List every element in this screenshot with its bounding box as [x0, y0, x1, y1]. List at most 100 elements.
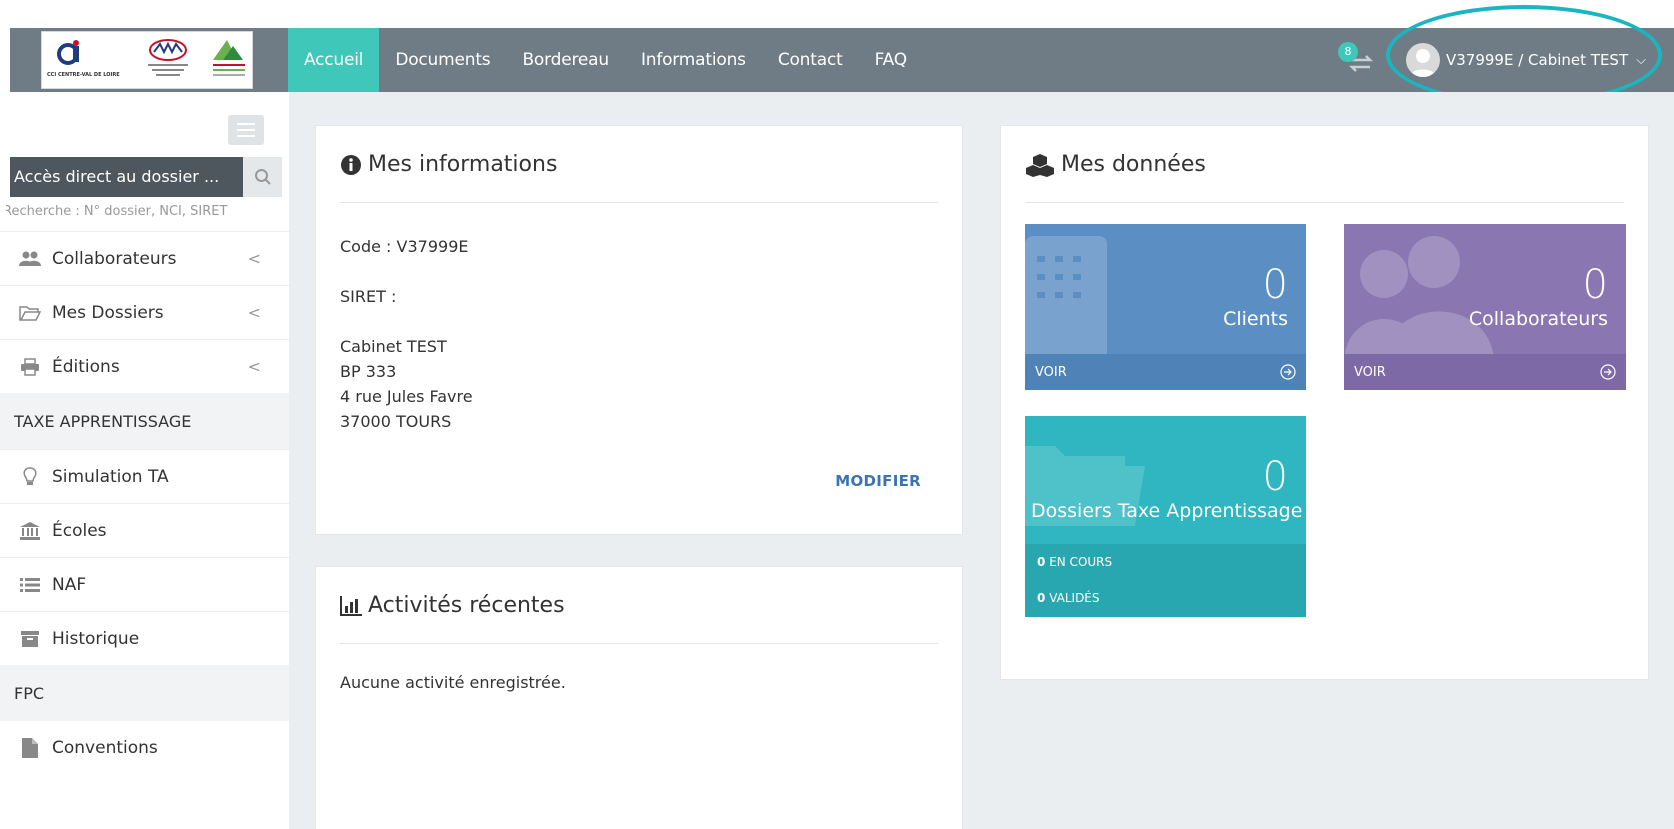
lightbulb-icon	[18, 466, 42, 487]
sidebar: Recherche : N° dossier, NCI, SIRET Colla…	[0, 92, 289, 829]
partner-logos[interactable]: CCI CENTRE-VAL DE LOIRE	[41, 31, 253, 89]
info-panel-title-row: Mes informations	[340, 152, 557, 177]
archive-icon	[18, 630, 42, 648]
agriculture-logo	[213, 40, 245, 76]
divider	[1025, 202, 1624, 203]
sidebar-item-simulation-ta[interactable]: Simulation TA	[0, 449, 289, 503]
notification-badge: 8	[1338, 42, 1358, 62]
arrow-circle-right-icon	[1600, 364, 1616, 380]
sidebar-item-mes-dossiers[interactable]: Mes Dossiers <	[0, 285, 289, 339]
voir-label: VOIR	[1035, 364, 1067, 380]
dossiers-ta-count: 0	[1262, 454, 1288, 500]
chevron-left-icon: <	[247, 249, 261, 268]
sidebar-item-historique[interactable]: Historique	[0, 611, 289, 665]
client-code: Code : V37999E	[340, 237, 469, 256]
dossiers-ta-tile[interactable]: 0 Dossiers Taxe Apprentissage 0 EN COURS…	[1025, 416, 1306, 617]
bank-icon	[18, 521, 42, 540]
activity-panel: Activités récentes Aucune activité enreg…	[315, 566, 963, 829]
data-panel: Mes données 0 Clients VOIR 0 Collaborate…	[1000, 125, 1649, 680]
sidebar-item-conventions[interactable]: Conventions	[0, 721, 289, 775]
en-cours-label: EN COURS	[1049, 555, 1113, 569]
bar-chart-icon	[340, 595, 362, 616]
nav-faq[interactable]: FAQ	[859, 28, 923, 92]
cci-logo	[57, 40, 79, 65]
en-cours-row: 0 EN COURS	[1037, 544, 1306, 580]
sidebar-item-ecoles[interactable]: Écoles	[0, 503, 289, 557]
sidebar-section-taxe-apprentissage: TAXE APPRENTISSAGE	[0, 393, 289, 449]
search-hint: Recherche : N° dossier, NCI, SIRET	[6, 204, 228, 219]
user-label: V37999E / Cabinet TEST	[1446, 51, 1629, 69]
siret-value: SIRET :	[340, 287, 397, 306]
top-navbar: CCI CENTRE-VAL DE LOIRE Accueil Document…	[10, 28, 1674, 100]
sidebar-item-naf[interactable]: NAF	[0, 557, 289, 611]
data-panel-title-row: Mes données	[1025, 152, 1206, 177]
sidebar-item-label: Conventions	[52, 738, 158, 758]
info-panel: Mes informations Code : V37999E SIRET : …	[315, 125, 963, 535]
info-details: Code : V37999E SIRET : Cabinet TEST BP 3…	[340, 234, 473, 434]
sidebar-item-collaborateurs[interactable]: Collaborateurs <	[0, 231, 289, 285]
list-icon	[18, 577, 42, 593]
folder-open-icon	[18, 304, 42, 322]
sidebar-item-label: Simulation TA	[52, 466, 169, 487]
collaborateurs-voir-link[interactable]: VOIR	[1344, 354, 1626, 390]
divider	[340, 643, 938, 644]
address-line: BP 333	[340, 362, 397, 381]
sidebar-item-label: Historique	[52, 628, 140, 649]
cma-logo	[148, 39, 188, 76]
collaborateurs-count: 0	[1582, 262, 1608, 308]
notifications-button[interactable]: 8	[1338, 42, 1378, 78]
voir-label: VOIR	[1354, 364, 1386, 380]
clients-count: 0	[1262, 262, 1288, 308]
sidebar-menu: Collaborateurs < Mes Dossiers < Éditions…	[0, 231, 289, 775]
collaborateurs-label: Collaborateurs	[1468, 308, 1608, 330]
nav-documents[interactable]: Documents	[379, 28, 506, 92]
dossier-search-input[interactable]	[10, 157, 243, 197]
building-icon	[1025, 236, 1107, 366]
valides-row: 0 VALIDÉS	[1037, 580, 1306, 616]
address-line: 37000 TOURS	[340, 412, 452, 431]
modifier-link[interactable]: MODIFIER	[835, 472, 921, 490]
sidebar-item-label: Éditions	[52, 356, 120, 377]
cubes-icon	[1026, 153, 1054, 177]
cci-logo-text: CCI CENTRE-VAL DE LOIRE	[47, 72, 120, 78]
sidebar-item-label: Écoles	[52, 520, 107, 541]
avatar	[1406, 43, 1440, 77]
dossiers-ta-status: 0 EN COURS 0 VALIDÉS	[1025, 544, 1306, 617]
clients-voir-link[interactable]: VOIR	[1025, 354, 1306, 390]
file-icon	[18, 738, 42, 758]
chevron-down-icon: ⌵	[1636, 52, 1646, 68]
info-panel-title: Mes informations	[368, 152, 558, 177]
valides-label: VALIDÉS	[1049, 591, 1100, 605]
sidebar-section-fpc: FPC	[0, 665, 289, 721]
print-icon	[18, 357, 42, 376]
activity-panel-title-row: Activités récentes	[340, 593, 565, 618]
sidebar-item-label: Mes Dossiers	[52, 302, 164, 323]
address-line: Cabinet TEST	[340, 337, 447, 356]
activity-panel-title: Activités récentes	[368, 593, 565, 618]
user-menu[interactable]: V37999E / Cabinet TEST ⌵	[1406, 40, 1646, 80]
en-cours-count: 0	[1037, 555, 1046, 569]
search-icon	[254, 169, 271, 185]
valides-count: 0	[1037, 591, 1046, 605]
collaborateurs-tile[interactable]: 0 Collaborateurs VOIR	[1344, 224, 1626, 390]
dossiers-ta-label: Dossiers Taxe Apprentissage	[1031, 500, 1303, 522]
clients-tile[interactable]: 0 Clients VOIR	[1025, 224, 1306, 390]
info-circle-icon	[341, 154, 361, 175]
sidebar-item-editions[interactable]: Éditions <	[0, 339, 289, 393]
clients-label: Clients	[1223, 308, 1288, 330]
main-content: Mes informations Code : V37999E SIRET : …	[289, 92, 1674, 829]
divider	[340, 202, 938, 203]
nav-contact[interactable]: Contact	[762, 28, 859, 92]
nav-bordereau[interactable]: Bordereau	[506, 28, 624, 92]
folder-icon	[1025, 446, 1145, 526]
chevron-left-icon: <	[247, 357, 261, 376]
main-nav: Accueil Documents Bordereau Informations…	[288, 28, 923, 100]
data-panel-title: Mes données	[1061, 152, 1206, 177]
nav-informations[interactable]: Informations	[625, 28, 762, 92]
address-line: 4 rue Jules Favre	[340, 387, 473, 406]
users-icon	[1344, 236, 1494, 364]
arrow-circle-right-icon	[1280, 364, 1296, 380]
search-button[interactable]	[243, 157, 282, 197]
sidebar-toggle-button[interactable]	[228, 115, 264, 145]
nav-accueil[interactable]: Accueil	[288, 28, 380, 100]
